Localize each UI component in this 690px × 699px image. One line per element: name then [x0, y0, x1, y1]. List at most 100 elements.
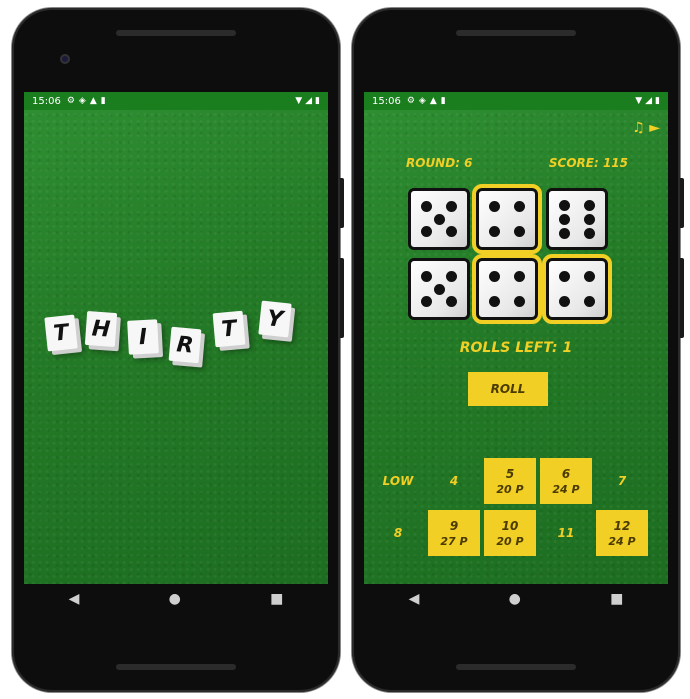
- score-option-label: 8: [393, 526, 403, 540]
- score-option-9[interactable]: 9 27 P: [428, 510, 480, 556]
- die-pip: [513, 225, 525, 237]
- score-option-8[interactable]: 8: [372, 510, 424, 556]
- status-bar: 15:06 ⚙ ◈ ▲ ▮ ▼ ◢ ▮: [364, 92, 668, 110]
- recents-icon[interactable]: ■: [610, 591, 623, 607]
- score-option-low[interactable]: LOW: [372, 458, 424, 504]
- die-pip: [489, 201, 501, 213]
- score-option-points: 24 P: [552, 482, 580, 496]
- phone-left: 15:06 ⚙ ◈ ▲ ▮ ▼ ◢ ▮ T H I R T Y ◀ ● ■: [12, 8, 344, 692]
- shield-icon: ◈: [78, 96, 86, 106]
- status-time: 15:06: [32, 95, 61, 107]
- score-option-7[interactable]: 7: [596, 458, 648, 504]
- title-die-t: T: [44, 314, 78, 352]
- title-die-y: Y: [258, 300, 292, 338]
- die-pip: [489, 295, 501, 307]
- title-logo: T H I R T Y: [24, 298, 328, 388]
- die-6[interactable]: [542, 254, 612, 324]
- score-option-points: 24 P: [608, 534, 636, 548]
- front-camera: [60, 54, 70, 64]
- title-die-t2: T: [212, 310, 246, 348]
- die-pip: [513, 295, 525, 307]
- wifi-icon: ▼: [295, 96, 303, 106]
- title-die-i: I: [127, 319, 159, 355]
- volume-button: [340, 258, 344, 338]
- die-pip: [433, 283, 445, 295]
- die-pip: [421, 225, 433, 237]
- die-pip: [559, 199, 571, 211]
- die-pip: [445, 201, 457, 213]
- settings-icon: ⚙: [406, 96, 415, 106]
- wifi-icon: ▼: [635, 96, 643, 106]
- die-pip: [433, 213, 445, 225]
- die-pip: [513, 201, 525, 213]
- score-option-label: 4: [449, 474, 459, 488]
- roll-button[interactable]: ROLL: [468, 372, 548, 406]
- score-option-points: 27 P: [440, 534, 468, 548]
- home-icon[interactable]: ●: [509, 591, 521, 607]
- die-pip: [583, 199, 595, 211]
- settings-icon: ⚙: [66, 96, 75, 106]
- status-bar: 15:06 ⚙ ◈ ▲ ▮ ▼ ◢ ▮: [24, 92, 328, 110]
- bottom-speaker: [116, 664, 236, 670]
- score-option-12[interactable]: 12 24 P: [596, 510, 648, 556]
- score-option-11[interactable]: 11: [540, 510, 592, 556]
- battery-icon: ▮: [315, 96, 320, 106]
- volume-button: [680, 258, 684, 338]
- score-option-label: LOW: [382, 474, 414, 488]
- die-pip: [489, 271, 501, 283]
- die-pip: [583, 295, 595, 307]
- sd-card-icon: ▮: [100, 96, 106, 106]
- score-option-label: 7: [617, 474, 627, 488]
- die-pip: [559, 295, 571, 307]
- notification-icon: ▲: [429, 96, 437, 106]
- score-option-points: 20 P: [496, 482, 524, 496]
- battery-icon: ▮: [655, 96, 660, 106]
- die-pip: [445, 295, 457, 307]
- phone-right: 15:06 ⚙ ◈ ▲ ▮ ▼ ◢ ▮ ♫ ► ROUND: 6 SCORE: …: [352, 8, 684, 692]
- die-pip: [421, 295, 433, 307]
- die-pip: [583, 227, 595, 239]
- title-die-r: R: [168, 326, 202, 364]
- back-icon[interactable]: ◀: [69, 591, 80, 607]
- score-option-5[interactable]: 5 20 P: [484, 458, 536, 504]
- score-option-label: 10: [501, 518, 519, 533]
- die-pip: [445, 271, 457, 283]
- die-pip: [421, 201, 433, 213]
- home-icon[interactable]: ●: [169, 591, 181, 607]
- die-3[interactable]: [546, 188, 608, 250]
- die-pip: [559, 271, 571, 283]
- splash-screen: 15:06 ⚙ ◈ ▲ ▮ ▼ ◢ ▮ T H I R T Y: [24, 92, 328, 584]
- die-pip: [445, 225, 457, 237]
- music-toggle-icon[interactable]: ♫ ►: [632, 120, 660, 136]
- score-option-4[interactable]: 4: [428, 458, 480, 504]
- signal-icon: ◢: [645, 96, 653, 106]
- title-die-h: H: [84, 310, 118, 348]
- recents-icon[interactable]: ■: [270, 591, 283, 607]
- nav-bar: ◀ ● ■: [24, 584, 328, 614]
- score-option-label: 12: [613, 518, 631, 533]
- score-label: SCORE: 115: [548, 156, 628, 170]
- die-pip: [559, 213, 571, 225]
- score-option-label: 5: [505, 466, 515, 481]
- die-1[interactable]: [408, 188, 470, 250]
- score-option-label: 6: [561, 466, 571, 481]
- score-option-6[interactable]: 6 24 P: [540, 458, 592, 504]
- die-pip: [559, 227, 571, 239]
- die-2[interactable]: [472, 184, 542, 254]
- earpiece: [456, 30, 576, 36]
- die-4[interactable]: [408, 258, 470, 320]
- power-button: [340, 178, 344, 228]
- die-pip: [421, 271, 433, 283]
- score-option-10[interactable]: 10 20 P: [484, 510, 536, 556]
- signal-icon: ◢: [305, 96, 313, 106]
- bottom-speaker: [456, 664, 576, 670]
- power-button: [680, 178, 684, 228]
- back-icon[interactable]: ◀: [409, 591, 420, 607]
- die-pip: [513, 271, 525, 283]
- die-pip: [583, 213, 595, 225]
- die-5[interactable]: [472, 254, 542, 324]
- game-screen: 15:06 ⚙ ◈ ▲ ▮ ▼ ◢ ▮ ♫ ► ROUND: 6 SCORE: …: [364, 92, 668, 584]
- die-pip: [583, 271, 595, 283]
- score-option-points: 20 P: [496, 534, 524, 548]
- status-time: 15:06: [372, 95, 401, 107]
